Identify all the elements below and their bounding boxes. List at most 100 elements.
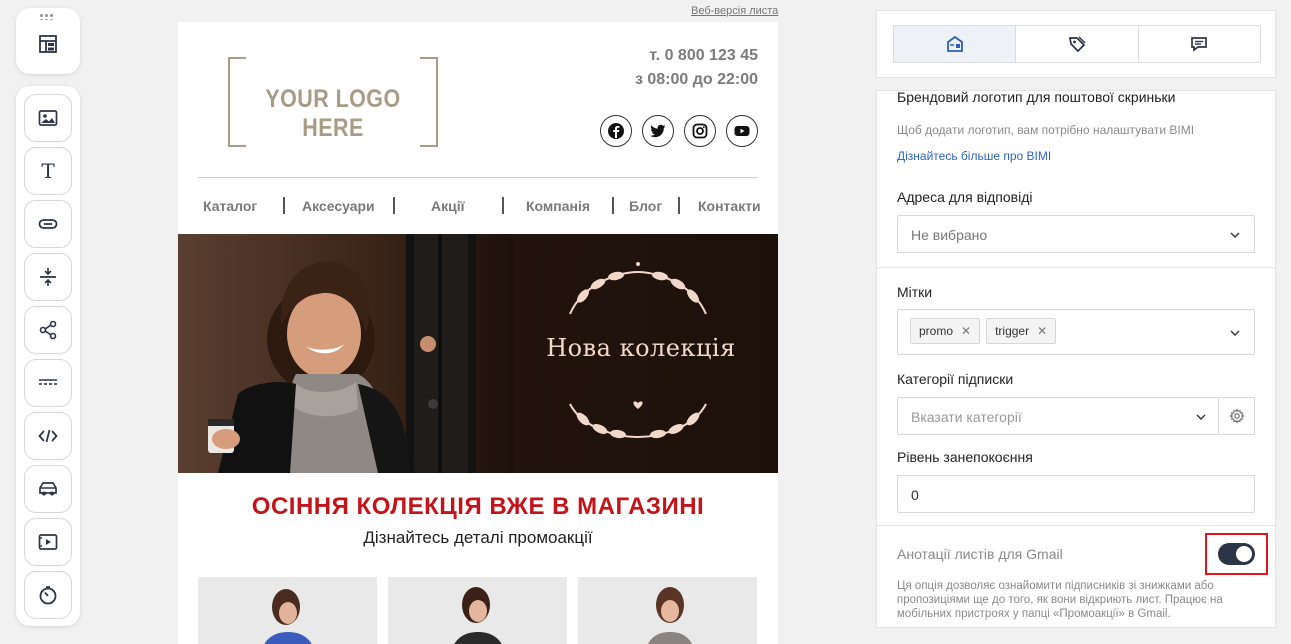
contact-info: т. 0 800 123 45 з 08:00 до 22:00	[635, 44, 758, 92]
menu-item-company[interactable]: Компанія	[526, 198, 590, 214]
tab-email-settings[interactable]	[894, 26, 1017, 62]
wreath-top-decoration	[569, 262, 707, 315]
menu-item-promotions[interactable]: Акції	[431, 198, 465, 214]
tag-chip-label: promo	[919, 324, 954, 338]
facebook-link[interactable]	[600, 115, 632, 147]
video-block-icon	[38, 534, 58, 550]
tag-chip-trigger: trigger ✕	[986, 318, 1057, 344]
facebook-icon	[608, 123, 624, 139]
menu-separator	[502, 197, 504, 214]
twitter-link[interactable]	[642, 115, 674, 147]
menu-separator	[283, 197, 285, 214]
logo-placeholder[interactable]: YOUR LOGO HERE	[228, 57, 438, 147]
settings-tabbar	[893, 25, 1261, 63]
twitter-icon	[650, 124, 666, 138]
button-block-button[interactable]	[24, 200, 72, 248]
timer-block-icon	[39, 586, 57, 605]
text-block-button[interactable]: T	[24, 147, 72, 195]
reply-address-select[interactable]: Не вибрано	[897, 215, 1255, 253]
share-block-icon	[39, 320, 57, 340]
product-photo	[648, 587, 692, 644]
tags-chips: promo ✕ trigger ✕	[910, 318, 1057, 344]
product-card[interactable]	[388, 577, 567, 644]
wreath-bottom-decoration	[569, 401, 707, 439]
tags-select[interactable]: promo ✕ trigger ✕	[897, 309, 1255, 355]
remove-tag-icon[interactable]: ✕	[1037, 324, 1047, 338]
video-block-button[interactable]	[24, 518, 72, 566]
phone-number: т. 0 800 123 45	[649, 47, 758, 64]
toggle-knob	[1236, 546, 1252, 562]
email-settings-panel: Брендовий логотип для поштової скриньки …	[876, 90, 1276, 628]
share-block-button[interactable]	[24, 306, 72, 354]
product-block-button[interactable]	[24, 465, 72, 513]
email-settings-icon	[946, 35, 963, 52]
hero-title: Нова колекція	[546, 334, 736, 362]
layout-button[interactable]	[24, 20, 72, 68]
gear-icon	[1228, 408, 1245, 424]
categories-settings-button[interactable]	[1219, 397, 1255, 435]
tab-tags[interactable]	[1016, 26, 1139, 62]
remove-tag-icon[interactable]: ✕	[961, 324, 971, 338]
gmail-annotations-description: Ця опція дозволяє ознайомити підписників…	[897, 580, 1223, 620]
section-divider	[877, 267, 1275, 268]
text-block-icon: T	[41, 159, 55, 183]
menu-separator	[612, 197, 614, 214]
concern-level-input[interactable]: 0	[897, 475, 1255, 513]
html-block-button[interactable]	[24, 412, 72, 460]
timer-block-button[interactable]	[24, 571, 72, 619]
concern-level-label: Рівень занепокоєння	[897, 449, 1033, 465]
gmail-annotations-toggle[interactable]	[1218, 543, 1255, 565]
reply-address-label: Адреса для відповіді	[897, 189, 1033, 205]
youtube-link[interactable]	[726, 115, 758, 147]
menu-item-catalog[interactable]: Каталог	[203, 198, 257, 214]
menu-separator	[393, 197, 395, 214]
product-card[interactable]	[578, 577, 757, 644]
product-photo	[264, 589, 312, 644]
header-divider	[198, 177, 758, 178]
tag-chip-label: trigger	[995, 324, 1030, 338]
tag-chip-promo: promo ✕	[910, 318, 981, 344]
product-block-icon	[39, 482, 57, 496]
divider-block-button[interactable]	[24, 359, 72, 407]
promo-title: ОСІННЯ КОЛЕКЦІЯ ВЖЕ В МАГАЗИНІ	[251, 493, 705, 520]
image-block-icon	[38, 110, 58, 126]
subscription-categories-select[interactable]: Вказати категорії	[897, 397, 1219, 435]
concern-level-value: 0	[911, 487, 919, 503]
spacer-block-button[interactable]	[24, 253, 72, 301]
hero-photo-woman	[178, 234, 513, 473]
spacer-block-icon	[40, 268, 56, 286]
image-block-button[interactable]	[24, 94, 72, 142]
tab-messages[interactable]	[1139, 26, 1260, 62]
chevron-down-icon	[1230, 330, 1240, 336]
highlight-box	[1205, 533, 1268, 575]
product-card[interactable]	[198, 577, 377, 644]
tag-icon	[1068, 36, 1086, 53]
button-block-icon	[38, 219, 58, 229]
instagram-icon	[692, 123, 708, 139]
chevron-down-icon	[1196, 414, 1206, 420]
gmail-annotations-label: Анотації листів для Gmail	[897, 546, 1063, 562]
social-links	[600, 115, 758, 147]
promo-subtitle: Дізнайтесь деталі промоакції	[363, 528, 593, 547]
subscription-categories-label: Категорії підписки	[897, 371, 1014, 387]
hero-banner[interactable]: Нова колекція	[178, 234, 778, 473]
categories-placeholder: Вказати категорії	[911, 409, 1022, 425]
editor-root: T Веб-версія листа YOUR LOGO HERE т. 0 8…	[0, 0, 1291, 644]
chevron-down-icon	[1230, 232, 1240, 238]
reply-address-value: Не вибрано	[911, 227, 988, 243]
divider-block-icon	[39, 379, 57, 385]
working-hours: з 08:00 до 22:00	[634, 71, 758, 88]
menu-item-blog[interactable]: Блог	[629, 198, 662, 214]
bimi-learn-more-link[interactable]: Дізнайтесь більше про BIMI	[897, 149, 1051, 163]
instagram-link[interactable]	[684, 115, 716, 147]
email-canvas[interactable]: YOUR LOGO HERE т. 0 800 123 45 з 08:00 д…	[178, 22, 778, 644]
menu-item-contacts[interactable]: Контакти	[698, 198, 761, 214]
tags-label: Мітки	[897, 284, 933, 300]
message-icon	[1191, 37, 1208, 52]
web-version-link[interactable]: Веб-версія листа	[691, 5, 778, 17]
brand-logo-hint: Щоб додати логотип, вам потрібно налашту…	[897, 123, 1195, 137]
brand-logo-title: Брендовий логотип для поштової скриньки	[897, 90, 1176, 105]
blocks-toolbar: T	[16, 86, 80, 626]
menu-item-accessories[interactable]: Аксесуари	[302, 198, 375, 214]
logo-text: YOUR LOGO HERE	[265, 85, 401, 142]
